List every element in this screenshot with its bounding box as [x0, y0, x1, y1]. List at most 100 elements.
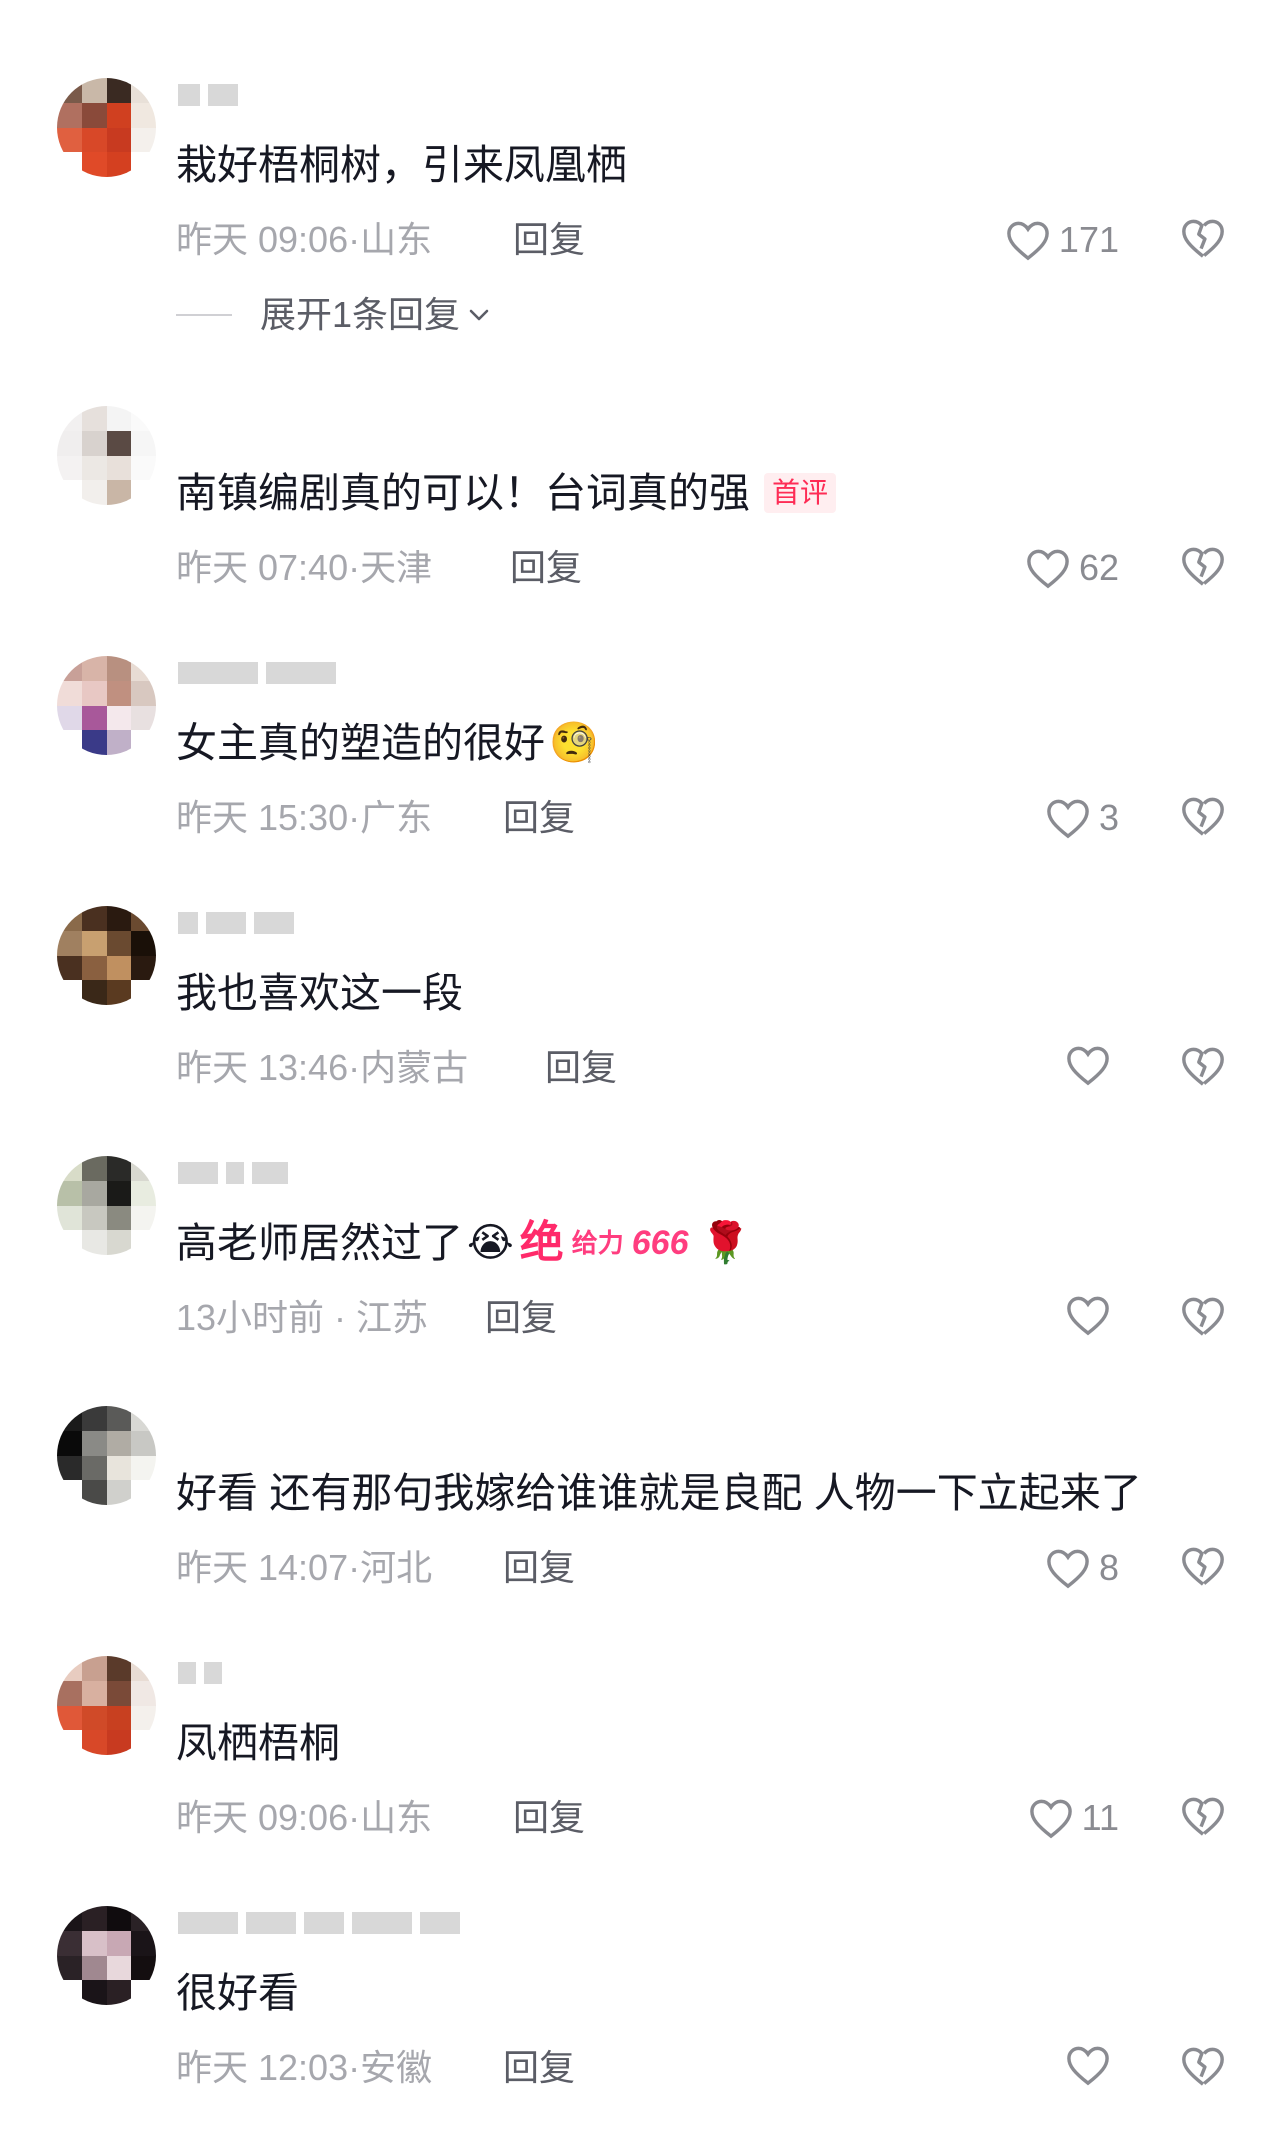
broken-heart-icon[interactable] [1180, 216, 1226, 262]
broken-heart-icon[interactable] [1180, 794, 1226, 840]
comment-text-body: 女主真的塑造的很好 [176, 720, 545, 766]
comment-text-body: 很好看 [176, 1970, 299, 2016]
heart-outline-icon [1027, 549, 1069, 589]
like-button[interactable] [1065, 1294, 1119, 1336]
like-button[interactable]: 62 [1025, 544, 1119, 592]
heart-outline-icon [1067, 1046, 1109, 1086]
comment-text-body: 栽好梧桐树，引来凤凰栖 [176, 142, 627, 188]
comment-text: 好看 还有那句我嫁给谁谁就是良配 人物一下立起来了 [176, 1468, 1142, 1518]
avatar[interactable] [57, 1656, 156, 1755]
comment-text: 很好看 [176, 1968, 299, 2018]
like-button[interactable] [1065, 1044, 1119, 1086]
username-blurred[interactable] [178, 912, 294, 940]
comment-time: 昨天 12:03 [176, 2047, 349, 2088]
comment-time: 13小时前 [176, 1297, 325, 1338]
avatar[interactable] [57, 406, 156, 505]
comment-meta: 昨天 15:30·广东 [176, 797, 433, 838]
comment-meta: 13小时前 · 江苏 [176, 1297, 429, 1338]
comment-time: 昨天 15:30 [176, 797, 349, 838]
comment-meta: 昨天 07:40·天津 [176, 547, 433, 588]
comment-time: 昨天 07:40 [176, 547, 349, 588]
comment-time: 昨天 13:46 [176, 1047, 349, 1088]
like-button[interactable]: 8 [1045, 1544, 1119, 1592]
comment-location: 河北 [360, 1547, 433, 1588]
comment-location: 安徽 [360, 2047, 433, 2088]
reply-button[interactable]: 回复 [510, 546, 582, 590]
reply-button[interactable]: 回复 [503, 2046, 575, 2090]
sticker-jue: 绝 [519, 1218, 564, 1267]
username-blurred[interactable] [178, 1162, 288, 1190]
broken-heart-icon[interactable] [1180, 544, 1226, 590]
scrollbar[interactable] [1264, 0, 1272, 2129]
expand-replies-label: 展开1条回复 [260, 294, 461, 335]
reply-button[interactable]: 回复 [485, 1296, 557, 1340]
rose-icon: 🌹 [700, 1221, 751, 1265]
comment-text: 我也喜欢这一段 [176, 968, 463, 1018]
broken-heart-icon[interactable] [1180, 1044, 1226, 1090]
username-blurred[interactable] [178, 1912, 460, 1940]
avatar[interactable] [57, 78, 156, 177]
comment-location: 广东 [360, 797, 433, 838]
like-count: 62 [1078, 547, 1119, 588]
heart-outline-icon [1029, 1799, 1072, 1839]
reply-button[interactable]: 回复 [513, 1796, 585, 1840]
comment-text-body: 高老师居然过了 [176, 1220, 463, 1266]
comment-location: 山东 [360, 1797, 433, 1838]
comment-text: 栽好梧桐树，引来凤凰栖 [176, 140, 627, 190]
comment-location: 天津 [360, 547, 433, 588]
chevron-down-icon [469, 309, 489, 321]
reply-button[interactable]: 回复 [503, 1546, 575, 1590]
like-count: 171 [1058, 219, 1119, 260]
sticker-geili: 给力 [571, 1228, 624, 1258]
broken-heart-icon[interactable] [1180, 1294, 1226, 1340]
reply-button[interactable]: 回复 [545, 1046, 617, 1090]
crying-face-icon: 😭 [467, 1221, 514, 1265]
reply-button[interactable]: 回复 [513, 218, 585, 262]
first-comment-badge: 首评 [764, 473, 837, 513]
avatar[interactable] [57, 906, 156, 1005]
comment-text-body: 好看 还有那句我嫁给谁谁就是良配 人物一下立起来了 [176, 1470, 1142, 1516]
comment-location: 山东 [360, 219, 433, 260]
broken-heart-icon[interactable] [1180, 2044, 1226, 2090]
thinking-face-icon: 🧐 [549, 721, 599, 765]
like-button[interactable]: 171 [1005, 216, 1119, 264]
expand-replies-button[interactable]: 展开1条回复 [176, 293, 490, 337]
avatar[interactable] [57, 656, 156, 755]
heart-outline-icon [1067, 1296, 1109, 1336]
sticker-666: 666 [631, 1224, 689, 1262]
comment-meta: 昨天 09:06·山东 [176, 219, 433, 260]
like-count: 3 [1098, 797, 1119, 838]
reply-button[interactable]: 回复 [503, 796, 575, 840]
comment-text: 凤栖梧桐 [176, 1718, 340, 1768]
comment-meta: 昨天 09:06·山东 [176, 1797, 433, 1838]
comment-text-body: 凤栖梧桐 [176, 1720, 340, 1766]
comment-meta: 昨天 13:46·内蒙古 [176, 1047, 469, 1088]
avatar[interactable] [57, 1406, 156, 1505]
heart-outline-icon [1007, 221, 1049, 261]
comment-text: 高老师居然过了 😭 绝 给力 666 🌹 [176, 1218, 750, 1268]
broken-heart-icon[interactable] [1180, 1794, 1226, 1840]
avatar[interactable] [57, 1906, 156, 2005]
avatar[interactable] [57, 1156, 156, 1255]
like-button[interactable]: 11 [1028, 1794, 1119, 1842]
comment-text: 南镇编剧真的可以！台词真的强 首评 [176, 468, 837, 518]
username-blurred[interactable] [178, 662, 336, 690]
comment-time: 昨天 09:06 [176, 1797, 349, 1838]
comment-meta: 昨天 14:07·河北 [176, 1547, 433, 1588]
comment-time: 昨天 09:06 [176, 219, 349, 260]
comment-location: 江苏 [356, 1297, 429, 1338]
broken-heart-icon[interactable] [1180, 1544, 1226, 1590]
username-blurred[interactable] [178, 1662, 222, 1690]
comment-location: 内蒙古 [360, 1047, 469, 1088]
like-button[interactable] [1065, 2044, 1119, 2086]
username-blurred[interactable] [178, 84, 238, 112]
comment-meta: 昨天 12:03·安徽 [176, 2047, 433, 2088]
comment-text: 女主真的塑造的很好 🧐 [176, 718, 599, 768]
heart-outline-icon [1047, 1549, 1089, 1589]
comment-time: 昨天 14:07 [176, 1547, 349, 1588]
sticker-group: 绝 给力 666 🌹 [520, 1218, 751, 1268]
like-button[interactable]: 3 [1045, 794, 1119, 842]
comment-text-body: 南镇编剧真的可以！台词真的强 [176, 470, 750, 516]
like-count: 11 [1081, 1797, 1119, 1838]
heart-outline-icon [1047, 799, 1089, 839]
